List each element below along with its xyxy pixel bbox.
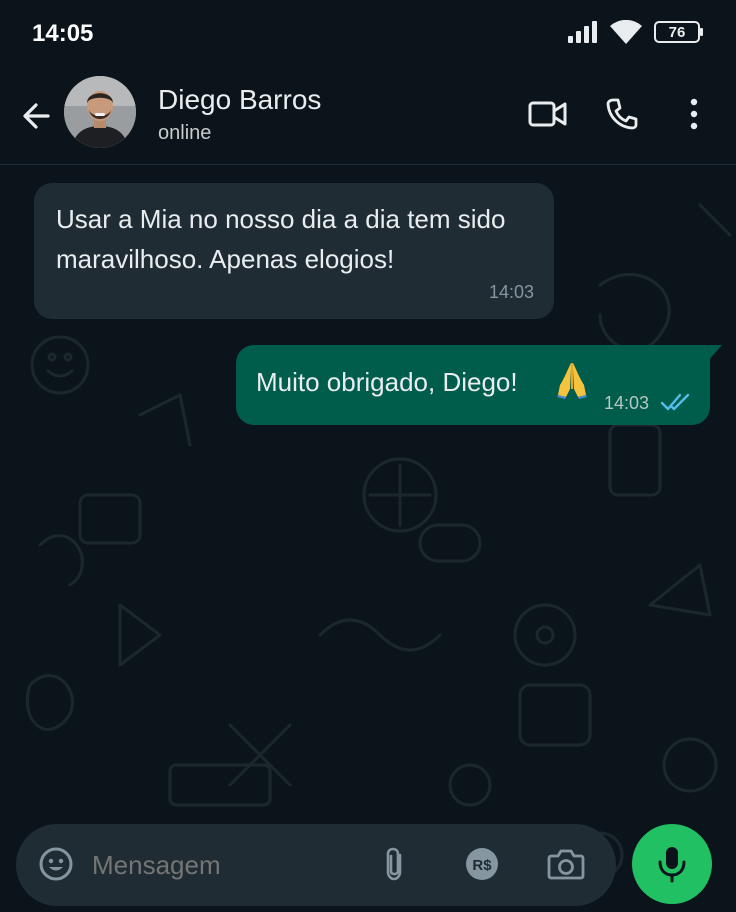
more-options-icon <box>690 98 698 130</box>
message-text: Usar a Mia no nosso dia a dia tem sido m… <box>56 204 506 274</box>
back-arrow-icon[interactable] <box>18 98 54 134</box>
wifi-icon <box>610 20 642 44</box>
battery-icon: 76 <box>654 21 703 43</box>
voice-call-button[interactable] <box>600 92 644 136</box>
read-receipt-icon <box>660 393 690 411</box>
message-composer: R$ <box>16 824 616 906</box>
message-time: 14:03 <box>604 393 650 413</box>
message-text: Muito obrigado, Diego! <box>256 367 518 397</box>
payment-icon: R$ <box>466 848 498 880</box>
chat-header: Diego Barros online <box>0 70 736 165</box>
phone-icon <box>606 98 638 130</box>
signal-icon <box>568 21 597 43</box>
message-time: 14:03 <box>488 282 534 302</box>
incoming-message-bubble[interactable]: Usar a Mia no nosso dia a dia tem sido m… <box>34 183 554 319</box>
voice-message-button[interactable] <box>632 824 712 904</box>
camera-button[interactable] <box>546 844 586 884</box>
payment-button[interactable]: R$ <box>462 844 502 884</box>
message-input[interactable] <box>92 850 352 881</box>
chat-area[interactable]: Usar a Mia no nosso dia a dia tem sido m… <box>0 165 736 912</box>
battery-level: 76 <box>668 23 686 41</box>
contact-status: online <box>158 122 212 144</box>
outgoing-message-bubble[interactable]: Muito obrigado, Diego! 14:03 <box>236 345 722 425</box>
contact-avatar[interactable] <box>64 76 136 148</box>
status-bar: 14:05 76 <box>0 0 736 70</box>
contact-name[interactable]: Diego Barros <box>158 84 321 116</box>
svg-text:R$: R$ <box>472 857 492 874</box>
camera-icon <box>547 849 585 880</box>
emoji-button[interactable] <box>36 844 76 884</box>
status-icons: 76 <box>568 20 703 44</box>
more-options-button[interactable] <box>672 92 716 136</box>
video-call-icon <box>528 101 567 127</box>
emoji-icon <box>39 847 73 881</box>
folded-hands-emoji-icon <box>557 363 587 399</box>
status-time: 14:05 <box>32 20 94 47</box>
attach-button[interactable] <box>374 844 414 884</box>
attach-icon <box>386 847 402 881</box>
mic-icon <box>658 847 686 883</box>
video-call-button[interactable] <box>526 92 570 136</box>
